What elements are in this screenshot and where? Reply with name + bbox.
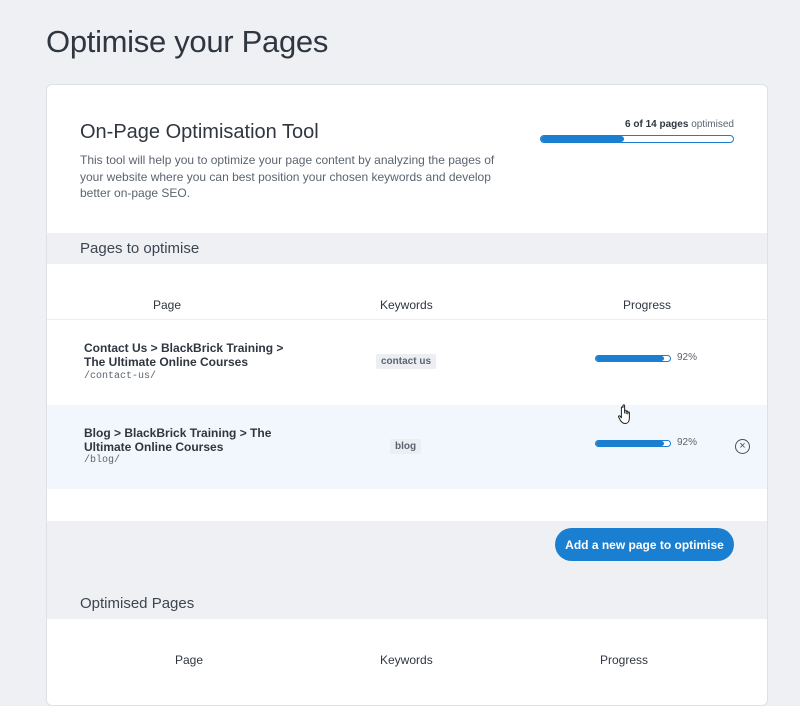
row-progress [595, 440, 671, 447]
optimisation-card: On-Page Optimisation Tool This tool will… [46, 84, 768, 706]
column-header-page: Page [153, 298, 182, 312]
row-progress-percent: 92% [677, 352, 698, 363]
add-page-button[interactable]: Add a new page to optimise [555, 528, 734, 561]
row-progress [595, 355, 671, 362]
overall-progress-fill [541, 136, 624, 142]
keyword-tag: blog [390, 439, 422, 454]
hand-pointer-icon [617, 404, 630, 424]
column-header-progress: Progress [623, 298, 672, 312]
overall-progress-suffix: optimised [691, 119, 734, 130]
tool-title: On-Page Optimisation Tool [80, 121, 319, 143]
column-header-keywords: Keywords [380, 298, 433, 312]
tool-description: This tool will help you to optimize your… [80, 153, 495, 200]
close-circle-icon[interactable]: × [735, 439, 750, 454]
overall-progress-count: 6 of 14 pages [625, 119, 689, 130]
row-page-path: /contact-us/ [84, 371, 157, 382]
optimised-pages-header: Optimised Pages [47, 588, 767, 619]
row-progress-fill [596, 356, 665, 361]
row-progress-bar [595, 355, 671, 362]
row-progress-percent: 92% [677, 437, 698, 448]
overall-progress: 6 of 14 pages optimised [540, 119, 734, 143]
row-progress-bar [595, 440, 671, 447]
table-row[interactable]: Blog > BlackBrick Training > The Ultimat… [47, 405, 767, 489]
keyword-tag: contact us [376, 354, 437, 369]
overall-progress-bar [540, 135, 734, 143]
row-page-name[interactable]: Contact Us > BlackBrick Training > The U… [84, 341, 284, 369]
pages-to-optimise-title: Pages to optimise [80, 240, 200, 257]
row-page-name[interactable]: Blog > BlackBrick Training > The Ultimat… [84, 426, 284, 454]
column-header-page: Page [175, 653, 204, 667]
page-title: Optimise your Pages [46, 24, 329, 59]
row-page-path: /blog/ [84, 455, 121, 466]
optimised-pages-title: Optimised Pages [80, 595, 195, 612]
pages-to-optimise-header: Pages to optimise [47, 233, 767, 264]
table-row[interactable]: Contact Us > BlackBrick Training > The U… [47, 320, 767, 404]
row-progress-fill [596, 441, 665, 446]
column-header-progress: Progress [600, 653, 649, 667]
overall-progress-label: 6 of 14 pages optimised [540, 119, 734, 130]
column-header-keywords: Keywords [380, 653, 433, 667]
